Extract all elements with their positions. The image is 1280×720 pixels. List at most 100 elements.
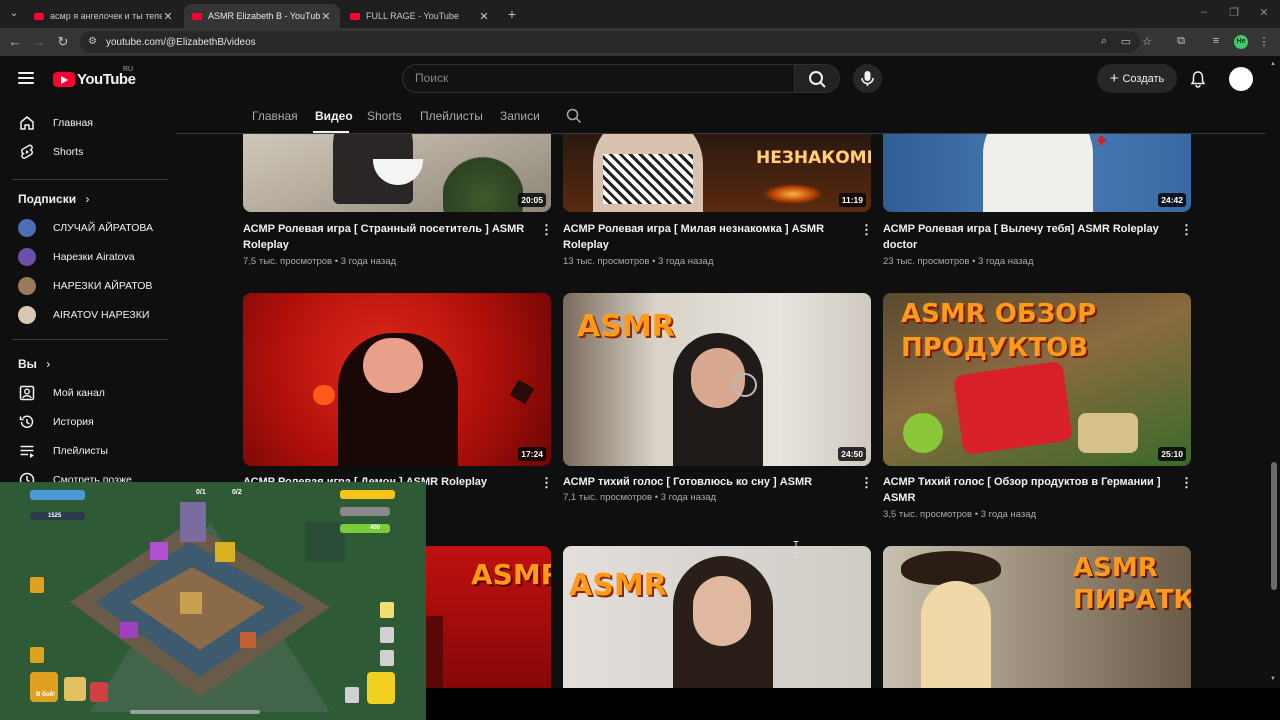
scroll-up-arrow-icon[interactable]: ▲ <box>1270 61 1276 67</box>
you-heading[interactable]: Вы › <box>18 357 50 371</box>
browser-tab-3[interactable]: FULL RAGE - YouTube ✕ <box>342 4 498 28</box>
video-title[interactable]: АСМР Ролевая игра [ Вылечу тебя] ASMR Ro… <box>883 221 1168 253</box>
video-title[interactable]: АСМР Ролевая игра [ Странный посетитель … <box>243 221 528 253</box>
back-arrow-icon[interactable]: ← <box>7 34 23 50</box>
minimize-icon[interactable]: – <box>1197 6 1211 18</box>
video-thumbnail[interactable]: 20:05 <box>243 134 551 212</box>
video-duration: 17:24 <box>518 447 546 461</box>
video-meta: 13 тыс. просмотров • 3 года назад <box>563 256 714 267</box>
browser-menu-icon[interactable]: ⋮ <box>1257 35 1271 48</box>
video-title[interactable]: АСМР Ролевая игра [ Милая незнакомка ] A… <box>563 221 848 253</box>
browser-tab-title: FULL RAGE - YouTube <box>366 11 459 21</box>
tab-posts[interactable]: Записи <box>500 109 540 123</box>
video-thumbnail[interactable]: ASMR 24:50 <box>563 293 871 466</box>
restore-icon[interactable]: ❐ <box>1227 6 1241 19</box>
sidebar-item-shorts[interactable]: Shorts <box>12 139 162 165</box>
home-icon <box>20 116 34 130</box>
video-title[interactable]: АСМР тихий голос [ Готовлюсь ко сну ] AS… <box>563 474 848 490</box>
forward-arrow-icon[interactable]: → <box>31 34 47 50</box>
thumbnail-apple <box>313 385 335 405</box>
video-thumbnail[interactable]: ASMR ПИРАТКА <box>883 546 1191 688</box>
sidebar-subscription-2[interactable]: Нарезки Airatova <box>12 244 162 270</box>
extensions-icon[interactable]: ⧉ <box>1174 35 1188 48</box>
address-bar[interactable]: ⚙ youtube.com/@ElizabethB/videos <box>80 31 1140 53</box>
close-window-icon[interactable]: ✕ <box>1257 6 1271 19</box>
sidebar-item-my-channel[interactable]: Мой канал <box>12 380 162 406</box>
region-label: RU <box>123 66 134 73</box>
sidebar-subscription-4[interactable]: AIRATOV НАРЕЗКИ <box>12 302 162 328</box>
subscriptions-heading-label: Подписки <box>18 192 77 206</box>
thumbnail-figure <box>983 134 1093 212</box>
video-duration: 11:19 <box>838 193 866 207</box>
scrollbar-thumb[interactable] <box>1271 462 1277 590</box>
tab-videos[interactable]: Видео <box>315 109 353 123</box>
sidebar-subscription-1[interactable]: СЛУЧАЙ АЙРАТОВА <box>12 215 162 241</box>
voice-search-button[interactable] <box>853 64 882 93</box>
more-actions-icon[interactable]: ⋮ <box>860 223 873 237</box>
sidebar-item-label: AIRATOV НАРЕЗКИ <box>53 309 150 321</box>
video-title[interactable]: АСМР Тихий голос [ Обзор продуктов в Гер… <box>883 474 1168 506</box>
video-thumbnail[interactable]: ASMR <box>563 546 871 688</box>
browser-tab-title: ASMR Elizabeth B - YouTube <box>208 11 320 21</box>
video-thumbnail[interactable]: 17:24 <box>243 293 551 466</box>
create-button[interactable]: + Создать <box>1097 64 1177 93</box>
sidebar-item-home[interactable]: Главная <box>12 110 162 136</box>
bookmark-star-icon[interactable]: ☆ <box>1140 35 1154 48</box>
sidebar-subscription-3[interactable]: НАРЕЗКИ АЙРАТОВ <box>12 273 162 299</box>
game-battle-button[interactable]: В бой! <box>36 692 55 698</box>
reload-icon[interactable]: ↻ <box>55 34 71 50</box>
browser-tab-1[interactable]: асмр я ангелочек и ты тепер ✕ <box>26 4 182 28</box>
browser-tab-bar: ⌄ асмр я ангелочек и ты тепер ✕ ASMR Eli… <box>0 0 1280 28</box>
tab-shorts[interactable]: Shorts <box>367 109 402 123</box>
tab-list-chevron-icon[interactable]: ⌄ <box>6 6 22 22</box>
video-thumbnail[interactable]: ASMR ОБЗОР ПРОДУКТОВ 25:10 <box>883 293 1191 466</box>
reading-list-icon[interactable]: ≡ <box>1209 35 1223 47</box>
search-button[interactable] <box>795 64 840 93</box>
thumbnail-face <box>693 576 751 646</box>
thumbnail-figure <box>921 581 991 688</box>
close-tab-icon[interactable]: ✕ <box>320 10 332 23</box>
channel-search-icon[interactable] <box>566 108 582 124</box>
thumbnail-butterfly <box>509 379 535 405</box>
subscriptions-heading[interactable]: Подписки › <box>18 192 89 206</box>
more-actions-icon[interactable]: ⋮ <box>540 223 553 237</box>
thumbnail-overlay-text: ASMR <box>569 568 667 603</box>
tab-home[interactable]: Главная <box>252 109 298 123</box>
thumbnail-food <box>1078 413 1138 453</box>
more-actions-icon[interactable]: ⋮ <box>1180 476 1193 490</box>
scroll-down-arrow-icon[interactable]: ▼ <box>1270 676 1276 682</box>
you-heading-label: Вы <box>18 357 37 371</box>
video-meta: 3,5 тыс. просмотров • 3 года назад <box>883 509 1037 520</box>
browser-profile-avatar[interactable]: He <box>1234 35 1248 49</box>
thumbnail-snack-bag <box>952 360 1074 456</box>
more-actions-icon[interactable]: ⋮ <box>540 476 553 490</box>
more-actions-icon[interactable]: ⋮ <box>860 476 873 490</box>
playlists-icon <box>20 445 34 458</box>
thumbnail-light <box>763 184 823 204</box>
close-tab-icon[interactable]: ✕ <box>162 10 174 23</box>
new-tab-plus-icon[interactable]: + <box>504 6 520 22</box>
sidebar-item-history[interactable]: История <box>12 409 162 435</box>
sidebar-item-label: Мой канал <box>53 387 105 399</box>
page-scrollbar[interactable]: ▲ ▼ <box>1268 56 1280 688</box>
thumbnail-pirate-hat <box>901 551 1001 585</box>
chevron-right-icon: › <box>85 192 90 206</box>
thumbnail-apple <box>903 413 943 453</box>
video-thumbnail[interactable]: 24:42 <box>883 134 1191 212</box>
close-tab-icon[interactable]: ✕ <box>478 10 490 23</box>
site-info-icon[interactable]: ⚙ <box>88 36 100 48</box>
youtube-logo[interactable]: YouTube RU <box>53 66 136 88</box>
sidebar-item-playlists[interactable]: Плейлисты <box>12 438 162 464</box>
zoom-icon[interactable]: ⌕ <box>1097 35 1111 48</box>
video-thumbnail[interactable]: НЕЗНАКОМКА 11:19 <box>563 134 871 212</box>
notifications-bell-icon[interactable] <box>1189 70 1207 88</box>
plus-icon: + <box>1109 70 1119 87</box>
search-input[interactable]: Поиск <box>402 64 795 93</box>
account-avatar[interactable] <box>1229 67 1253 91</box>
sidebar-divider <box>12 179 168 180</box>
more-actions-icon[interactable]: ⋮ <box>1180 223 1193 237</box>
hamburger-menu-icon[interactable] <box>18 72 34 84</box>
browser-tab-2[interactable]: ASMR Elizabeth B - YouTube ✕ <box>184 4 340 28</box>
tab-playlists[interactable]: Плейлисты <box>420 109 483 123</box>
cast-icon[interactable]: ▭ <box>1119 35 1133 48</box>
